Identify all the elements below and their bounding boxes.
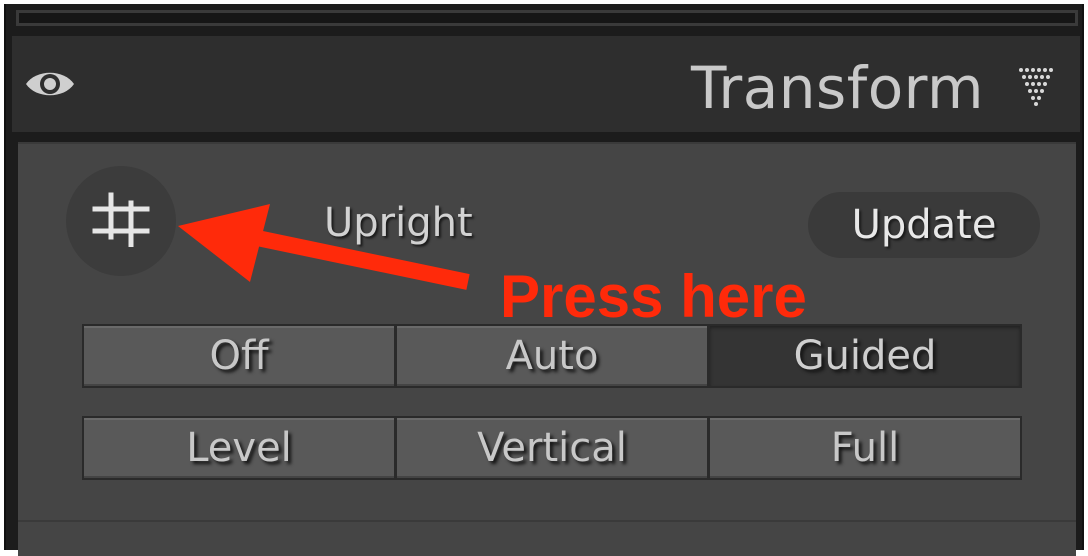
panel-divider [18,520,1076,522]
eye-icon[interactable] [24,67,76,101]
upright-full-button[interactable]: Full [710,418,1020,478]
upright-vertical-button[interactable]: Vertical [397,418,707,478]
panel-top-border [16,10,1078,26]
panel-title: Transform [691,54,984,122]
upright-level-button[interactable]: Level [84,418,394,478]
upright-mode-group: Off Auto Guided [82,324,1022,388]
annotation-text: Press here [500,263,807,330]
upright-auto-button[interactable]: Auto [397,326,707,386]
crop-guided-icon [89,191,153,251]
annotation-arrow [178,204,470,290]
guided-upright-tool-button[interactable] [66,166,176,276]
transform-panel-header[interactable]: Transform [12,36,1080,132]
update-button[interactable]: Update [808,192,1040,258]
upright-guided-button[interactable]: Guided [710,326,1020,386]
triangle-collapse-icon[interactable] [1018,66,1054,106]
upright-orientation-group: Level Vertical Full [82,416,1022,480]
transform-panel-body: Upright Update Press here Off Auto Guide… [18,142,1076,556]
upright-off-button[interactable]: Off [84,326,394,386]
develop-panel-frame: Transform Upright Update Press here Off … [4,4,1084,556]
